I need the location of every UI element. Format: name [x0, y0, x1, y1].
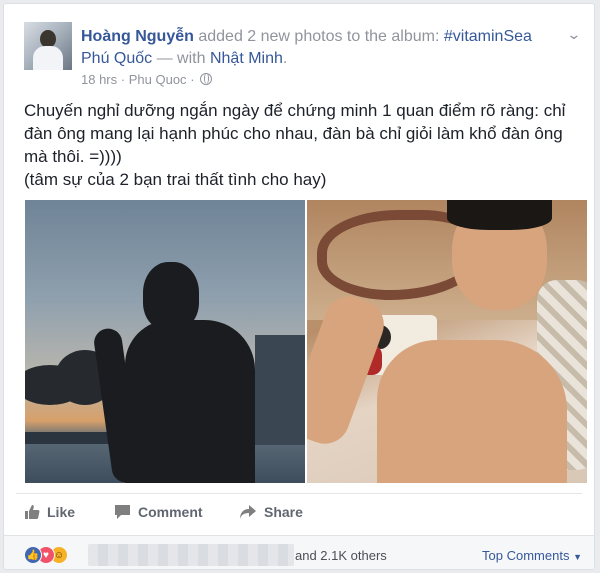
photo-1[interactable]: [25, 200, 305, 483]
post-header-line2: Phú Quốc — with Nhật Minh.: [81, 50, 288, 67]
like-reaction-icon: 👍: [24, 546, 42, 564]
comment-label: Comment: [138, 504, 203, 520]
post-text-line2: (tâm sự của 2 bạn trai thất tình cho hay…: [24, 170, 327, 189]
reaction-count-link[interactable]: and 2.1K others: [295, 548, 387, 563]
author-name-link[interactable]: Hoàng Nguyễn: [81, 28, 194, 45]
chevron-down-icon[interactable]: ⌄: [567, 26, 582, 43]
share-label: Share: [264, 504, 303, 520]
speech-bubble-icon: [115, 505, 130, 519]
post-header-line1: Hoàng Nguyễn added 2 new photos to the a…: [81, 27, 532, 47]
avatar-body: [33, 46, 63, 70]
feed-post: Hoàng Nguyễn added 2 new photos to the a…: [3, 3, 595, 570]
post-meta: 18 hrs · Phu Quoc ·: [81, 72, 213, 87]
comment-button[interactable]: Comment: [114, 504, 203, 520]
reactions-bar: 👍 ♥ ☺ and 2.1K others Top Comments ▼: [4, 535, 594, 569]
globe-icon[interactable]: [200, 73, 213, 85]
caret-down-icon: ▼: [573, 552, 582, 562]
like-button[interactable]: Like: [24, 504, 75, 520]
place-link[interactable]: Phu Quoc: [129, 72, 187, 87]
silhouette-body: [125, 320, 255, 483]
top-comments-label: Top Comments: [482, 548, 570, 563]
action-text: added 2 new photos to the album:: [198, 28, 440, 45]
location-link[interactable]: Phú Quốc: [81, 50, 152, 67]
album-link[interactable]: #vitaminSea: [444, 28, 532, 45]
photo-2[interactable]: [307, 200, 587, 483]
author-avatar[interactable]: [24, 22, 72, 70]
blurred-names: [88, 544, 294, 566]
with-prefix: — with: [156, 50, 206, 67]
timestamp-link[interactable]: 18 hrs: [81, 72, 117, 87]
post-actions: Like Comment Share: [4, 504, 594, 528]
share-arrow-icon: [240, 505, 256, 519]
share-button[interactable]: Share: [239, 504, 303, 520]
top-comments-dropdown[interactable]: Top Comments ▼: [482, 548, 582, 563]
thumbs-up-icon: [25, 505, 40, 519]
post-body: Chuyến nghỉ dưỡng ngắn ngày để chứng min…: [24, 99, 584, 191]
tagged-friend-link[interactable]: Nhật Minh: [210, 50, 283, 67]
post-text-line1: Chuyến nghỉ dưỡng ngắn ngày để chứng min…: [24, 101, 566, 166]
person-torso: [377, 340, 567, 483]
like-label: Like: [47, 504, 76, 520]
